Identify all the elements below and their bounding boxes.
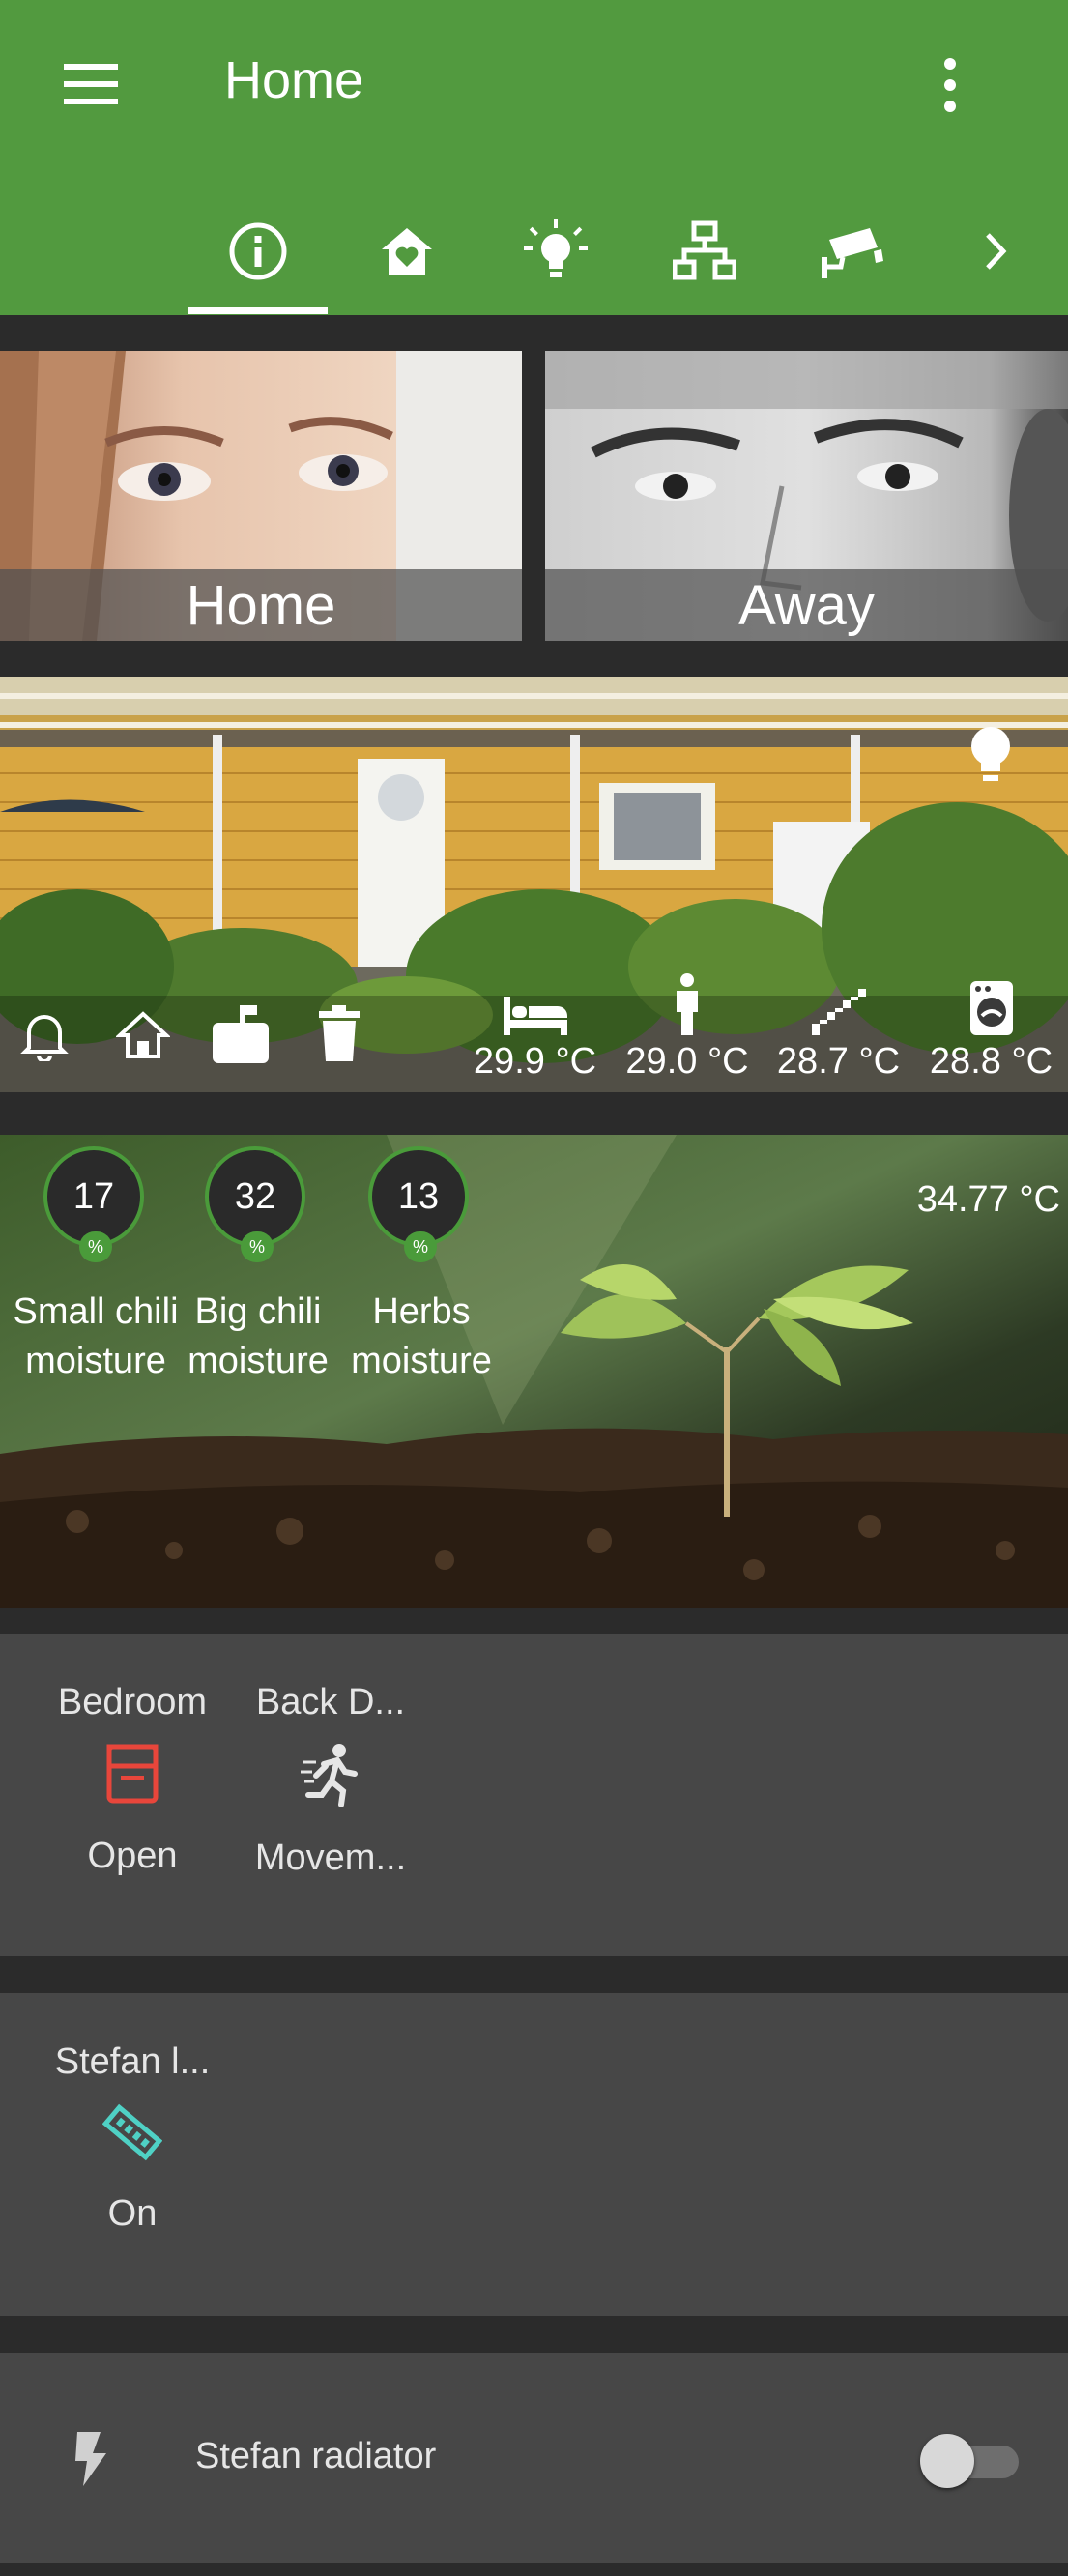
gauge-label-line2: moisture [25, 1341, 166, 1381]
lightbulb-icon [524, 219, 588, 277]
entity-state: Open [87, 1836, 178, 1876]
small-chili-moisture-label: Small chili moisture [4, 1288, 188, 1386]
gauge-label-line1: Big chili [194, 1291, 322, 1332]
gauge-value: 32 [234, 1175, 276, 1217]
home-outline-icon[interactable] [116, 1010, 170, 1060]
entity-state: Movem... [254, 1838, 407, 1878]
big-chili-moisture-label: Big chili moisture [166, 1288, 350, 1386]
trash-can-icon[interactable] [317, 1005, 361, 1063]
bed-icon [503, 997, 567, 1035]
glance-entity-back-door[interactable]: Back D... Movem... [234, 1682, 427, 1879]
gauge-value: 13 [397, 1175, 440, 1217]
sensor-value: 29.9 °C [473, 1041, 597, 1082]
entity-name: Stefan l... [54, 2041, 211, 2082]
gauge-label-line2: moisture [188, 1341, 329, 1381]
stairs-temperature[interactable]: 28.7 °C [773, 987, 904, 1083]
sensor-value: 28.7 °C [776, 1041, 901, 1082]
tab-scroll-right[interactable] [923, 203, 1068, 300]
hallway-temperature[interactable]: 29.0 °C [620, 973, 755, 1083]
chevron-right-icon [986, 233, 1007, 270]
app-header: Home [0, 0, 1068, 315]
more-vert-icon[interactable] [936, 58, 965, 112]
garden-temperature[interactable]: 34.77 °C [917, 1179, 1060, 1221]
gauge-label-line1: Herbs [372, 1291, 471, 1332]
bedroom-temperature[interactable]: 29.9 °C [470, 995, 600, 1083]
mailbox-icon[interactable] [211, 1003, 271, 1065]
gauge-unit-badge: % [79, 1231, 112, 1262]
laundry-temperature[interactable]: 28.8 °C [926, 979, 1056, 1083]
lightbulb-icon[interactable] [967, 725, 1015, 787]
run-icon [301, 1744, 358, 1808]
radiator-label: Stefan radiator [195, 2436, 437, 2476]
info-icon [229, 222, 287, 280]
tab-home[interactable] [334, 203, 479, 300]
page-title: Home [224, 51, 364, 109]
entity-name: Back D... [255, 1682, 406, 1722]
glance-card-doors: Bedroom Open Back D... Movem... [0, 1634, 1068, 1956]
herbs-moisture-label: Herbs moisture [330, 1288, 513, 1386]
led-strip-icon [101, 2103, 163, 2161]
gauge-value: 17 [72, 1175, 115, 1217]
entity-row-card: Stefan radiator [0, 2353, 1068, 2563]
cctv-icon [822, 228, 883, 278]
bell-outline-icon[interactable] [19, 1007, 70, 1061]
window-open-icon [106, 1744, 159, 1804]
tab-info[interactable] [186, 203, 331, 300]
menu-icon[interactable] [64, 60, 122, 108]
glance-card-lights: Stefan l... On [0, 1993, 1068, 2316]
person-card-1[interactable]: Home [0, 351, 522, 641]
gauge-label-line2: moisture [351, 1341, 492, 1381]
person-state-label: Away [545, 569, 1068, 641]
active-tab-indicator [188, 307, 328, 314]
human-icon [677, 973, 698, 1035]
home-heart-icon [382, 228, 432, 275]
gauge-unit-badge: % [404, 1231, 437, 1262]
glance-entity-bedroom-window[interactable]: Bedroom Open [36, 1682, 229, 1877]
house-picture-card: 29.9 °C 29.0 °C 28.7 °C 28.8 °C [0, 677, 1068, 1092]
network-icon [673, 220, 736, 280]
washing-machine-icon [969, 981, 1013, 1035]
flash-icon [75, 2432, 106, 2486]
sensor-value: 28.8 °C [929, 1041, 1054, 1082]
glance-entity-stefan-light[interactable]: Stefan l... On [36, 2041, 229, 2235]
person-card-2[interactable]: Away [545, 351, 1068, 641]
stairs-icon [811, 989, 866, 1035]
gauge-label-line1: Small chili [13, 1291, 179, 1332]
tab-cameras[interactable] [781, 203, 926, 300]
toggle-thumb [920, 2434, 974, 2488]
tab-network[interactable] [632, 203, 777, 300]
gauge-unit-badge: % [241, 1231, 274, 1262]
radiator-toggle[interactable] [920, 2434, 1026, 2488]
entity-state: On [107, 2193, 158, 2234]
person-state-label: Home [0, 569, 522, 641]
tab-lights[interactable] [483, 203, 628, 300]
entity-name: Bedroom [57, 1682, 208, 1722]
sensor-value: 29.0 °C [625, 1041, 749, 1082]
